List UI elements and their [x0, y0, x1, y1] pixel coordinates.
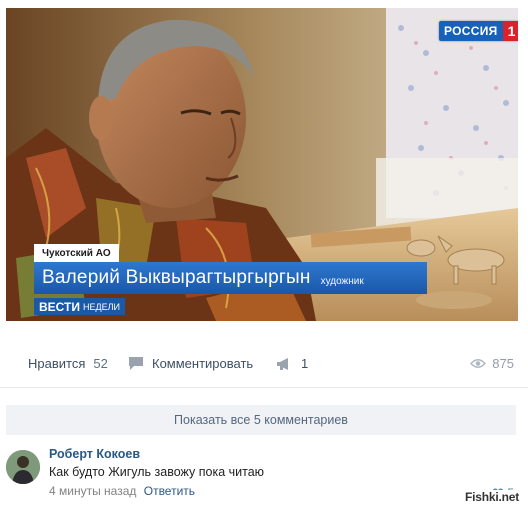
avatar[interactable]: [6, 450, 40, 484]
comment-text: Как будто Жигуль завожу пока читаю: [49, 465, 265, 479]
show-all-comments-button[interactable]: Показать все 5 комментариев: [6, 405, 516, 435]
like-button[interactable]: Нравится 52: [28, 356, 108, 371]
comment-icon: [129, 357, 143, 370]
comment-time[interactable]: 4 минуты назад: [49, 484, 136, 498]
like-label: Нравится: [28, 356, 86, 371]
views-count: 875: [492, 356, 514, 371]
comment-label: Комментировать: [152, 356, 254, 371]
post-actions: Нравится 52 Комментировать 1 875: [0, 343, 528, 388]
channel-number: 1: [502, 21, 518, 41]
person-name: Валерий Выквырагтыргыргын: [42, 267, 311, 288]
program-logo: ВЕСТИ НЕДЕЛИ: [34, 298, 125, 315]
video-frame[interactable]: РОССИЯ 1 Чукотский АО Валерий Выквырагты…: [6, 8, 518, 321]
comment-meta: 4 минуты назад Ответить: [49, 484, 195, 498]
region-caption: Чукотский АО: [34, 244, 119, 263]
channel-name: РОССИЯ: [439, 21, 503, 41]
views-counter: 875: [470, 356, 514, 371]
megaphone-icon: [277, 357, 288, 370]
name-plate: Валерий Выквырагтыргыргын художник: [34, 262, 427, 294]
comment-author[interactable]: Роберт Кокоев: [49, 447, 140, 461]
program-subtitle: НЕДЕЛИ: [83, 301, 120, 312]
share-count: 1: [301, 356, 309, 371]
watermark: Fishki.net: [462, 490, 523, 504]
comment-button[interactable]: Комментировать: [128, 356, 253, 371]
person-role: художник: [320, 275, 364, 287]
reply-button[interactable]: Ответить: [144, 484, 195, 498]
avatar-image: [6, 450, 40, 484]
channel-logo: РОССИЯ 1: [439, 21, 518, 41]
eye-icon: [470, 359, 487, 368]
share-button[interactable]: 1: [276, 356, 308, 371]
program-title: ВЕСТИ: [39, 299, 80, 314]
like-count: 52: [93, 356, 108, 371]
comment-item: Роберт Кокоев Как будто Жигуль завожу по…: [0, 446, 528, 509]
